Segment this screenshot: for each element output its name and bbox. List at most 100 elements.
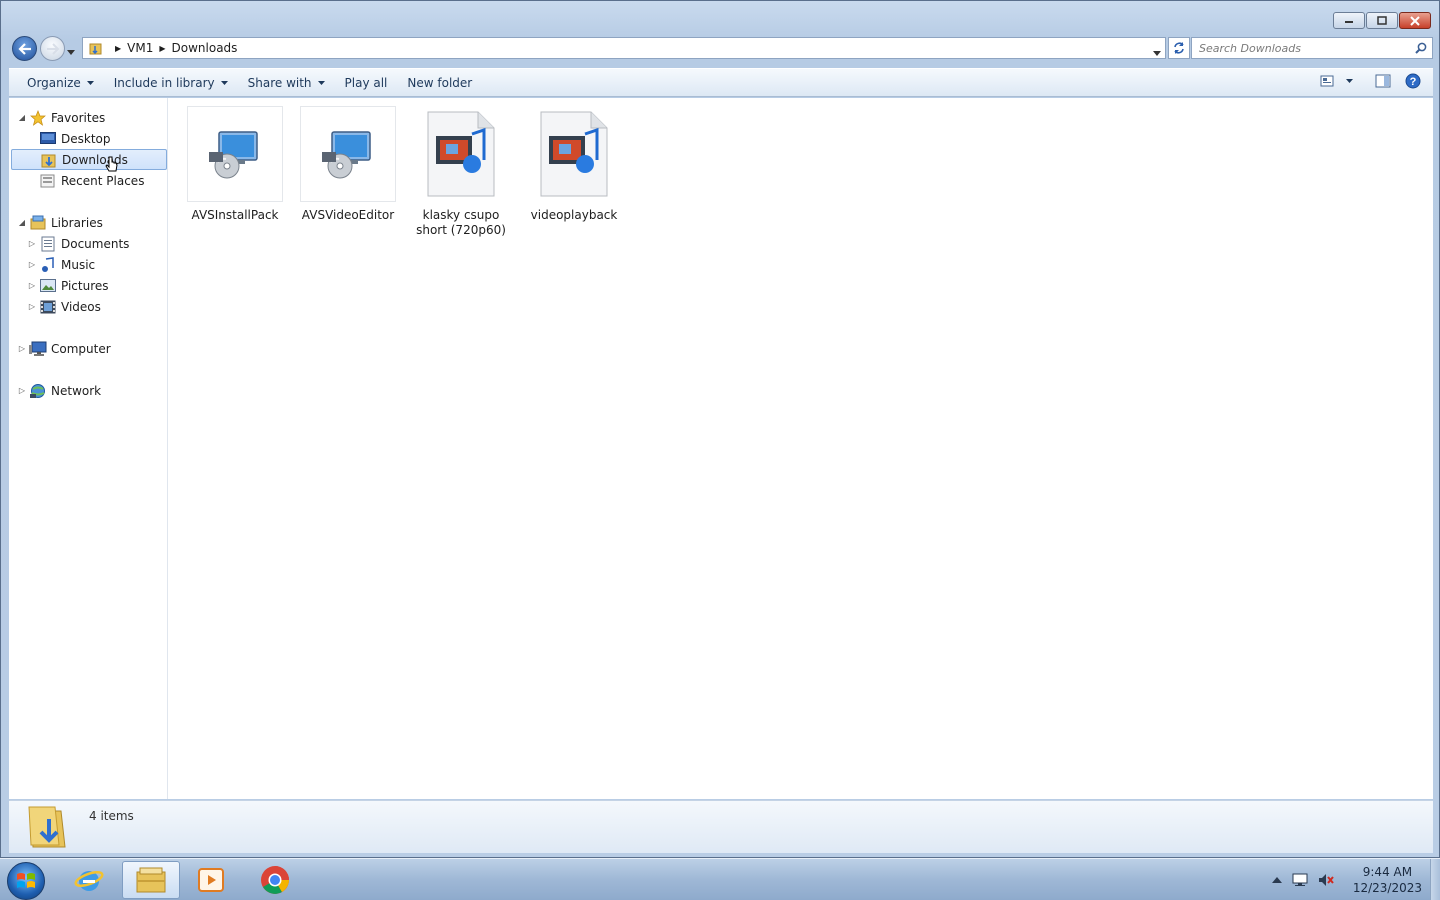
command-bar: Organize Include in library Share with P… — [9, 68, 1433, 97]
network-icon — [29, 383, 47, 399]
hand-cursor-icon — [105, 156, 118, 172]
play-all-label: Play all — [344, 75, 388, 90]
change-view-button[interactable] — [1320, 75, 1353, 87]
tree-libraries[interactable]: ◢ Libraries — [17, 212, 103, 233]
breadcrumb-separator[interactable]: ▶ — [115, 44, 121, 53]
address-row: ▶ VM1 ▶ Downloads — [9, 34, 1433, 62]
show-desktop-button[interactable] — [1430, 859, 1440, 900]
clock-date: 12/23/2023 — [1352, 881, 1422, 895]
media-file-icon — [526, 106, 622, 202]
file-name: AVSInstallPack — [191, 208, 279, 222]
address-bar[interactable]: ▶ VM1 ▶ Downloads — [82, 37, 1166, 59]
expand-arrow-icon[interactable]: ▷ — [27, 260, 37, 269]
forward-button[interactable] — [40, 36, 65, 61]
windows-logo-icon — [17, 873, 35, 888]
breadcrumb-vm1[interactable]: VM1 — [127, 41, 153, 55]
maximize-button[interactable] — [1366, 12, 1398, 29]
search-box[interactable] — [1191, 37, 1433, 59]
videos-icon — [39, 299, 57, 315]
caption-buttons — [1333, 12, 1431, 29]
tree-label: Pictures — [61, 278, 109, 293]
breadcrumb-separator[interactable]: ▶ — [159, 44, 165, 53]
tree-label: Computer — [51, 341, 111, 356]
tree-downloads[interactable]: Downloads — [11, 149, 167, 170]
start-button[interactable] — [7, 862, 45, 900]
taskbar: 9:44 AM 12/23/2023 — [0, 858, 1440, 900]
share-with-button[interactable]: Share with — [238, 72, 335, 94]
minimize-button[interactable] — [1333, 12, 1365, 29]
tree-favorites[interactable]: ◢ Favorites — [17, 107, 105, 128]
new-folder-label: New folder — [407, 75, 473, 90]
preview-pane-button[interactable] — [1375, 74, 1391, 88]
help-button[interactable]: ? — [1405, 73, 1421, 89]
clock-time: 9:44 AM — [1362, 865, 1413, 879]
chevron-down-icon — [220, 80, 228, 85]
new-folder-button[interactable]: New folder — [397, 72, 482, 94]
downloads-folder-icon — [27, 805, 67, 852]
collapse-arrow-icon[interactable]: ◢ — [17, 218, 27, 227]
clock[interactable]: 9:44 AM 12/23/2023 — [1353, 864, 1422, 896]
tree-recent-places[interactable]: Recent Places — [27, 170, 144, 191]
tree-label: Recent Places — [61, 173, 145, 188]
tree-music[interactable]: ▷ Music — [27, 254, 95, 275]
system-tray: 9:44 AM 12/23/2023 — [1267, 859, 1440, 900]
recent-pages-dropdown[interactable] — [67, 44, 75, 58]
file-item[interactable]: AVSInstallPack — [187, 106, 283, 223]
expand-arrow-icon[interactable]: ▷ — [27, 239, 37, 248]
explorer-window: ▶ VM1 ▶ Downloads Organize Include in li… — [0, 0, 1440, 858]
search-icon[interactable] — [1415, 42, 1427, 57]
chevron-up-icon — [1271, 877, 1282, 883]
tree-computer[interactable]: ▷ Computer — [17, 338, 111, 359]
tree-network[interactable]: ▷ Network — [17, 380, 101, 401]
navigation-pane: ◢ Favorites Desktop Downloads Recent Pla… — [9, 98, 168, 799]
file-item[interactable]: videoplayback — [526, 106, 622, 223]
file-item[interactable]: AVSVideoEditor — [300, 106, 396, 223]
chevron-down-icon — [1153, 51, 1161, 56]
file-item[interactable]: klasky csupo short (720p60) — [413, 106, 509, 238]
media-player-icon — [198, 868, 224, 892]
tree-documents[interactable]: ▷ Documents — [27, 233, 129, 254]
downloads-folder-icon — [40, 152, 58, 168]
refresh-button[interactable] — [1168, 37, 1190, 59]
expand-arrow-icon[interactable]: ▷ — [17, 386, 27, 395]
address-history-dropdown[interactable] — [1153, 45, 1161, 59]
search-input[interactable] — [1199, 41, 1409, 55]
taskbar-media-player[interactable] — [182, 861, 240, 899]
taskbar-windows-explorer[interactable] — [122, 861, 180, 899]
show-hidden-icons-button[interactable] — [1271, 877, 1282, 883]
item-count: 4 items — [89, 809, 134, 823]
installer-icon — [300, 106, 396, 202]
include-in-library-button[interactable]: Include in library — [104, 72, 238, 94]
star-icon — [29, 109, 47, 126]
forward-arrow-icon — [46, 42, 59, 55]
close-button[interactable] — [1399, 12, 1431, 29]
tree-label: Favorites — [51, 110, 106, 125]
organize-button[interactable]: Organize — [17, 72, 104, 94]
breadcrumb-downloads[interactable]: Downloads — [172, 41, 238, 55]
action-center-icon[interactable] — [1292, 873, 1308, 887]
back-button[interactable] — [12, 36, 37, 61]
tree-desktop[interactable]: Desktop — [27, 128, 111, 149]
tree-pictures[interactable]: ▷ Pictures — [27, 275, 109, 296]
volume-muted-icon[interactable] — [1318, 873, 1334, 887]
tree-videos[interactable]: ▷ Videos — [27, 296, 101, 317]
help-icon: ? — [1405, 73, 1421, 89]
expand-arrow-icon[interactable]: ▷ — [27, 302, 37, 311]
taskbar-chrome[interactable] — [246, 861, 304, 899]
share-with-label: Share with — [247, 75, 312, 90]
media-file-icon — [413, 106, 509, 202]
view-icon — [1320, 75, 1334, 87]
refresh-icon — [1174, 42, 1184, 54]
tree-label: Documents — [61, 236, 130, 251]
taskbar-internet-explorer[interactable] — [60, 861, 118, 899]
internet-explorer-icon — [74, 871, 104, 891]
expand-arrow-icon[interactable]: ▷ — [27, 281, 37, 290]
expand-arrow-icon[interactable]: ▷ — [17, 344, 27, 353]
collapse-arrow-icon[interactable]: ◢ — [17, 113, 27, 122]
file-name: AVSVideoEditor — [301, 208, 395, 222]
file-name: klasky csupo short (720p60) — [416, 208, 506, 237]
chevron-down-icon — [67, 50, 75, 55]
play-all-button[interactable]: Play all — [335, 72, 398, 94]
details-pane: 4 items — [9, 800, 1433, 853]
organize-label: Organize — [27, 75, 81, 90]
